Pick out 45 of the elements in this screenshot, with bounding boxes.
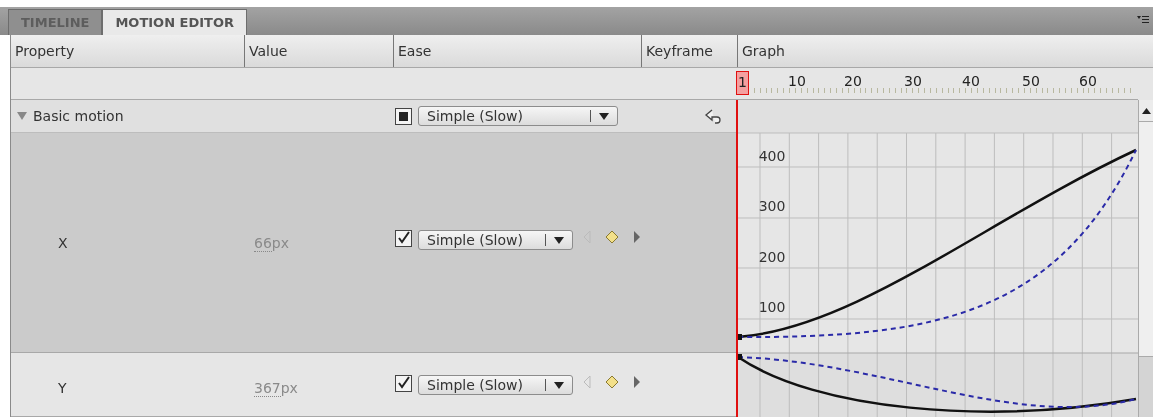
frame-number: 60 — [1079, 72, 1097, 91]
axis-label: 300 — [758, 198, 786, 214]
ease-dropdown[interactable]: Simple (Slow) — [418, 106, 618, 126]
add-keyframe-icon[interactable] — [605, 230, 619, 244]
ease-checkbox[interactable] — [395, 375, 412, 392]
column-header: Ease — [398, 41, 432, 61]
expand-triangle-icon[interactable] — [17, 112, 27, 120]
property-name: Y — [58, 380, 67, 396]
caret-icon — [554, 236, 564, 244]
column-header: Property — [15, 41, 75, 61]
frame-number: 40 — [962, 72, 980, 91]
next-keyframe-icon[interactable] — [633, 375, 641, 389]
property-name: X — [58, 235, 68, 251]
reset-icon[interactable] — [704, 108, 724, 124]
category-label: Basic motion — [33, 106, 124, 126]
panel-menu-icon[interactable] — [1137, 15, 1149, 25]
property-row[interactable]: X 66px Simple (Slow) — [11, 133, 736, 353]
frame-number: 1 — [736, 71, 749, 95]
caret-icon — [599, 112, 609, 120]
column-header: Graph — [742, 41, 785, 61]
frame-number: 30 — [904, 72, 922, 91]
next-keyframe-icon[interactable] — [633, 230, 641, 244]
frame-number: 50 — [1022, 72, 1040, 91]
frame-number: 20 — [844, 72, 862, 91]
scroll-up-button[interactable] — [1139, 100, 1153, 122]
frame-ruler[interactable]: 1 10 20 30 40 50 60 — [736, 68, 1138, 100]
ease-checkbox[interactable] — [395, 107, 412, 125]
ease-checkbox[interactable] — [395, 230, 412, 247]
column-header: Keyframe — [646, 41, 713, 61]
scrollbar[interactable] — [1138, 100, 1153, 417]
frame-number: 10 — [788, 72, 806, 91]
ease-dropdown[interactable]: Simple (Slow) — [418, 375, 573, 395]
axis-label: 100 — [758, 299, 786, 315]
add-keyframe-icon[interactable] — [605, 375, 619, 389]
ease-dropdown[interactable]: Simple (Slow) — [418, 230, 573, 250]
keyframe-point[interactable] — [736, 334, 742, 340]
axis-label: 200 — [758, 249, 786, 265]
keyframe-point[interactable] — [736, 354, 742, 360]
axis-label: 400 — [758, 148, 786, 164]
category-row[interactable]: Basic motion Simple (Slow) — [11, 100, 736, 133]
scrollbar-thumb[interactable] — [1139, 122, 1153, 357]
scroll-up-icon — [1141, 107, 1151, 114]
tab[interactable]: MOTION EDITOR — [102, 9, 247, 35]
column-header: Value — [249, 41, 288, 61]
caret-icon — [554, 381, 564, 389]
